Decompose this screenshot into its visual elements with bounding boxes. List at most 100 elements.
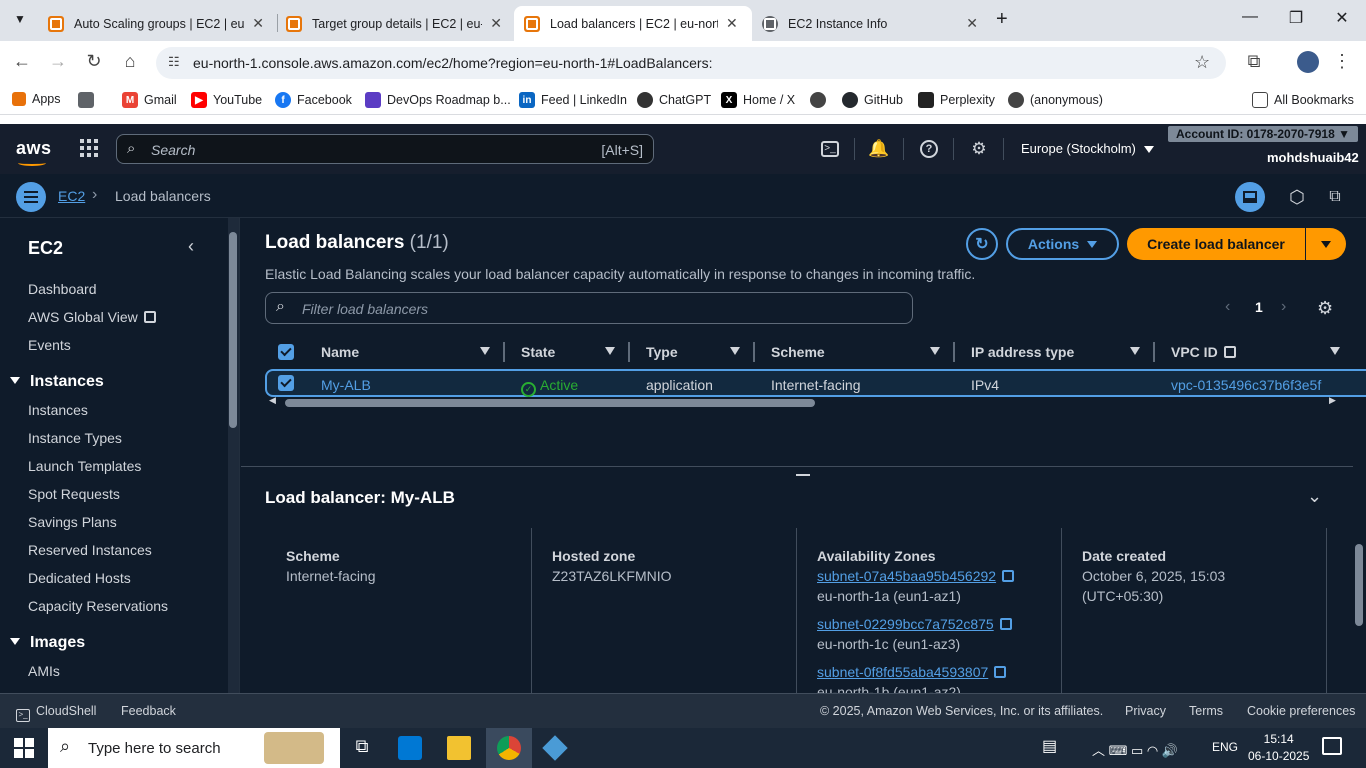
select-all-checkbox[interactable] [278, 344, 294, 360]
bookmark-devops[interactable]: DevOps Roadmap b... [365, 92, 511, 108]
omnibox[interactable]: ☷ eu-north-1.console.aws.amazon.com/ec2/… [156, 47, 1226, 79]
column-header-type[interactable]: Type [646, 344, 678, 360]
page-number[interactable]: 1 [1255, 299, 1263, 315]
all-bookmarks[interactable]: All Bookmarks [1252, 92, 1354, 108]
subnet-link[interactable]: subnet-07a45baa95b456292 [817, 568, 1015, 584]
refresh-button[interactable]: ↻ [966, 228, 998, 260]
next-page-icon[interactable]: › [1281, 298, 1286, 316]
breadcrumb-ec2[interactable]: EC2 [58, 188, 85, 204]
sort-caret-icon[interactable] [1330, 347, 1340, 355]
actions-button[interactable]: Actions [1006, 228, 1119, 260]
restore-icon[interactable]: ❐ [1276, 8, 1316, 28]
notifications-bell-icon[interactable]: 🔔 [868, 138, 890, 160]
row-vpc-link[interactable]: vpc-0135496c37b6f3e5f [1171, 377, 1321, 393]
close-window-icon[interactable]: ✕ [1322, 8, 1362, 28]
close-tab-icon[interactable]: ✕ [490, 15, 502, 32]
tab-search-button[interactable]: ▼ [10, 12, 30, 30]
cookie-preferences-link[interactable]: Cookie preferences [1247, 704, 1355, 718]
bookmark-star-icon[interactable]: ☆ [1194, 52, 1210, 73]
privacy-link[interactable]: Privacy [1125, 704, 1166, 718]
sidebar-item-launch-templates[interactable]: Launch Templates [28, 458, 141, 474]
task-view-icon[interactable]: ⧉ [350, 736, 374, 760]
close-tab-icon[interactable]: ✕ [726, 15, 738, 32]
sidebar-item-capacity-reservations[interactable]: Capacity Reservations [28, 598, 168, 614]
sidebar-item-global-view[interactable]: AWS Global View [28, 309, 156, 325]
sidebar-section-images[interactable]: Images [10, 634, 85, 652]
navigation-menu-button[interactable] [16, 182, 46, 212]
subnet-link[interactable]: subnet-02299bcc7a752c875 [817, 614, 1012, 634]
close-tab-icon[interactable]: ✕ [252, 15, 264, 32]
column-header-vpc-id[interactable]: VPC ID [1171, 344, 1236, 360]
avatar[interactable] [1297, 51, 1319, 73]
reload-icon[interactable]: ↻ [82, 51, 106, 72]
bookmark-globe[interactable] [810, 92, 832, 108]
column-header-ip-type[interactable]: IP address type [971, 344, 1074, 360]
row-name-link[interactable]: My-ALB [321, 377, 371, 393]
cloudshell-link[interactable]: >_ CloudShell [16, 704, 96, 722]
sidebar-item-instance-types[interactable]: Instance Types [28, 430, 122, 446]
sidebar-item-dashboard[interactable]: Dashboard [28, 281, 97, 297]
column-header-scheme[interactable]: Scheme [771, 344, 825, 360]
table-scroll-thumb[interactable] [285, 399, 815, 407]
sidebar-scroll-thumb[interactable] [229, 232, 237, 428]
sidebar-item-events[interactable]: Events [28, 337, 71, 353]
split-panel-divider[interactable] [241, 466, 1366, 467]
back-icon[interactable]: ← [10, 51, 34, 72]
console-search-input[interactable]: ⌕ Search [Alt+S] [116, 134, 654, 164]
sort-caret-icon[interactable] [605, 347, 615, 355]
bookmark-anonymous[interactable]: (anonymous) [1008, 92, 1103, 108]
filter-load-balancers-input[interactable]: ⌕ Filter load balancers [265, 292, 913, 324]
split-panel-handle[interactable] [796, 474, 810, 476]
bookmark-youtube[interactable]: ▶ YouTube [191, 92, 262, 108]
git-icon[interactable] [542, 735, 568, 761]
account-id-badge[interactable]: Account ID: 0178-2070-7918 ▼ [1168, 126, 1358, 142]
bookmark-gmail[interactable]: M Gmail [122, 92, 177, 108]
table-row[interactable]: My-ALB ✓ Active application Internet-faci… [265, 369, 1366, 397]
sidebar-item-savings-plans[interactable]: Savings Plans [28, 514, 117, 530]
table-horizontal-scrollbar[interactable]: ◀ ▶ [265, 395, 1366, 409]
keyboard-icon[interactable]: ▤ [1042, 736, 1066, 760]
feedback-link[interactable]: Feedback [121, 704, 176, 718]
file-explorer-icon[interactable] [447, 736, 471, 760]
system-tray[interactable]: ︿ ⌨ ▭ ◠ 🔊 [1092, 740, 1178, 759]
bookmark-linkedin[interactable]: in Feed | LinkedIn [519, 92, 627, 108]
help-icon[interactable]: ? [918, 138, 940, 160]
create-dropdown-button[interactable] [1306, 228, 1346, 260]
windows-start-icon[interactable] [14, 738, 34, 758]
scroll-left-icon[interactable]: ◀ [269, 395, 276, 406]
bookmark-github[interactable]: GitHub [842, 92, 903, 108]
scroll-right-icon[interactable]: ▶ [1329, 395, 1336, 406]
chrome-menu-icon[interactable]: ⋮ [1330, 51, 1354, 72]
bookmark-chatgpt[interactable]: ChatGPT [637, 92, 711, 108]
sidebar-item-reserved-instances[interactable]: Reserved Instances [28, 542, 152, 558]
table-preferences-gear-icon[interactable]: ⚙ [1317, 298, 1333, 319]
previous-page-icon[interactable]: ‹ [1225, 298, 1230, 316]
bookmark-grid[interactable] [78, 92, 100, 108]
site-info-icon[interactable]: ☷ [168, 54, 180, 70]
chevron-down-icon[interactable]: ⌄ [1307, 486, 1322, 507]
terms-link[interactable]: Terms [1189, 704, 1223, 718]
user-menu[interactable]: mohdshuaib42 [1267, 150, 1359, 165]
sidebar-item-dedicated-hosts[interactable]: Dedicated Hosts [28, 570, 131, 586]
subnet-link[interactable]: subnet-0f8fd55aba4593807 [817, 662, 1007, 682]
tab-ec2-instance-info[interactable]: EC2 Instance Info ✕ [752, 6, 988, 41]
store-icon[interactable] [398, 736, 422, 760]
services-menu-icon[interactable] [80, 139, 98, 157]
tab-target-group[interactable]: Target group details | EC2 | eu- ✕ [276, 6, 512, 41]
notifications-icon[interactable] [1322, 737, 1342, 755]
tab-load-balancers[interactable]: Load balancers | EC2 | eu-north ✕ [514, 6, 752, 41]
chevron-left-icon[interactable]: ‹ [188, 236, 194, 257]
details-scroll-thumb[interactable] [1355, 544, 1363, 626]
hexagon-icon[interactable]: ⬡ [1282, 182, 1312, 212]
sidebar-item-instances[interactable]: Instances [28, 402, 88, 418]
language-indicator[interactable]: ENG [1212, 740, 1238, 754]
tour-icon[interactable]: ⧉ [1320, 182, 1350, 212]
column-header-name[interactable]: Name [321, 344, 359, 360]
tab-auto-scaling[interactable]: Auto Scaling groups | EC2 | eu- ✕ [38, 6, 274, 41]
taskbar-clock[interactable]: 15:14 06-10-2025 [1248, 731, 1309, 765]
chrome-icon[interactable] [497, 736, 521, 760]
bookmark-facebook[interactable]: f Facebook [275, 92, 352, 108]
row-checkbox[interactable] [278, 375, 294, 391]
sidebar-section-instances[interactable]: Instances [10, 373, 104, 391]
sidebar-item-spot-requests[interactable]: Spot Requests [28, 486, 120, 502]
